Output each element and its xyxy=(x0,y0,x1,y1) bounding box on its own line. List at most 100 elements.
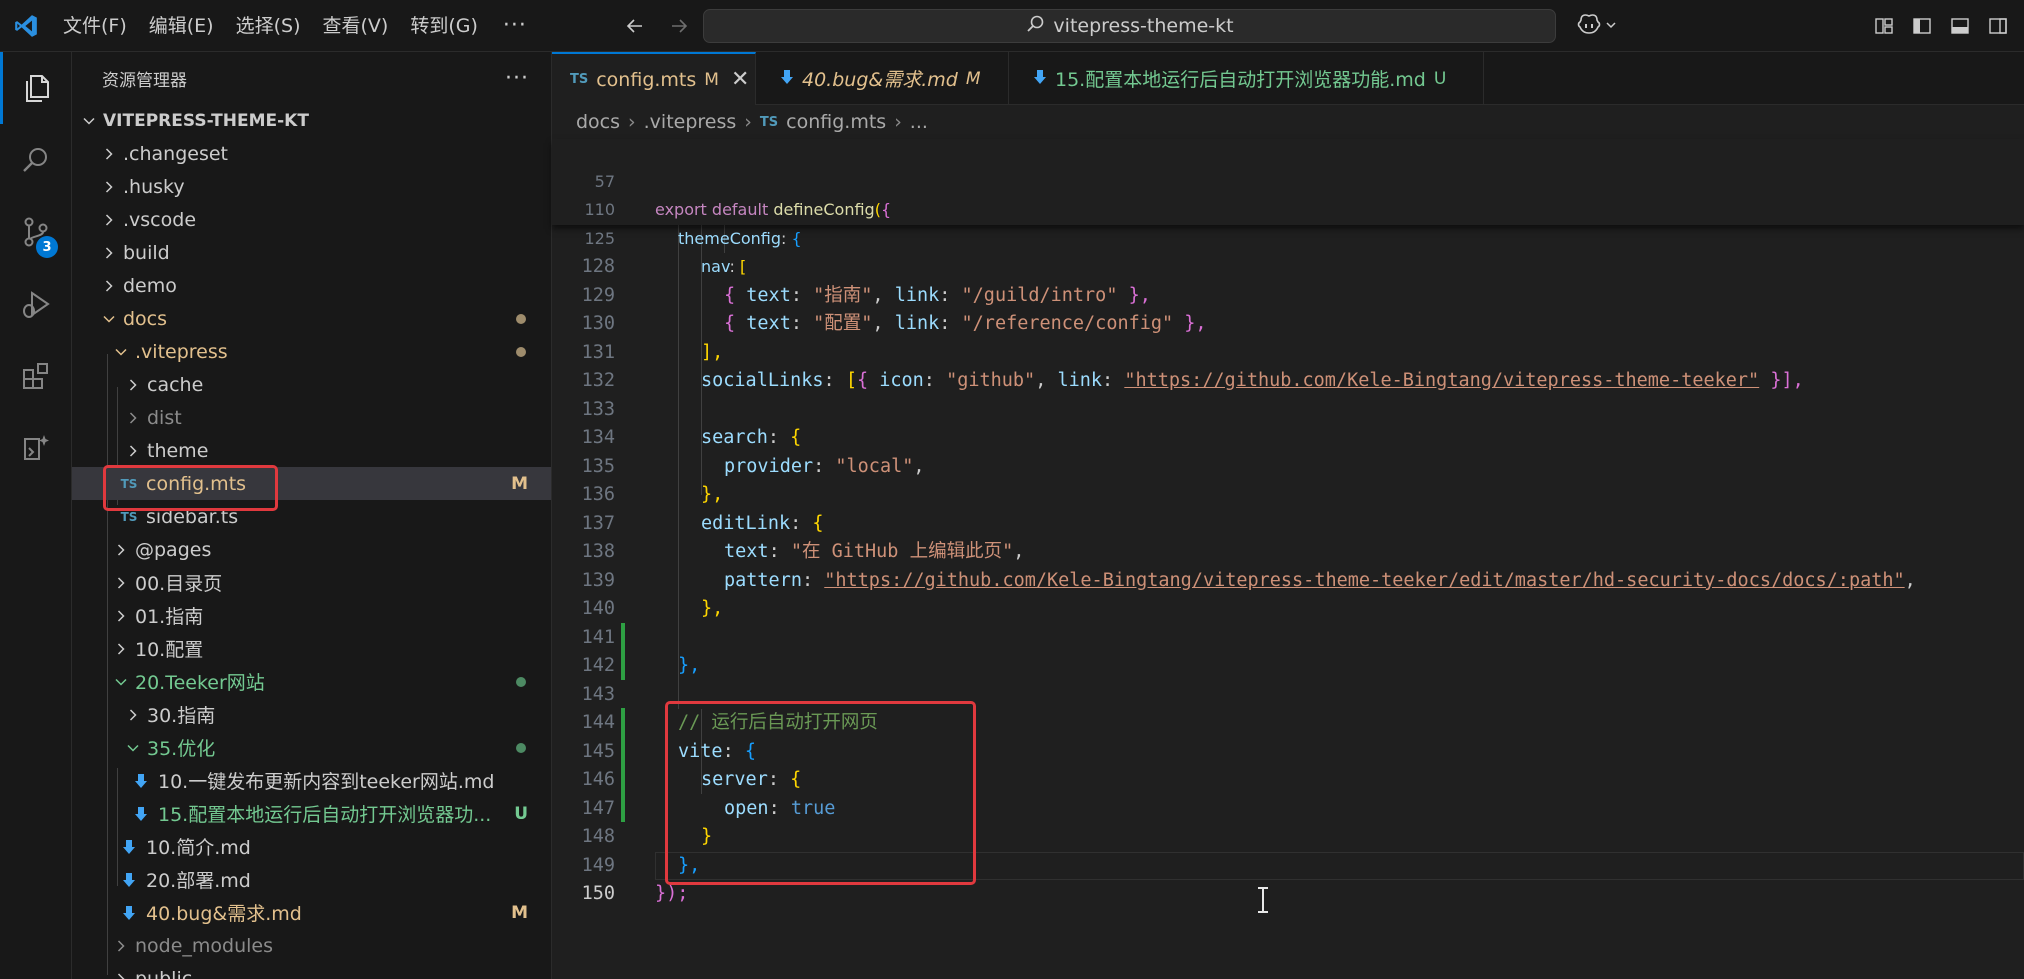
extensions-icon[interactable] xyxy=(0,340,72,412)
code-line: 135 }, xyxy=(552,424,2024,506)
chevron-right-icon xyxy=(100,147,118,161)
tab-config-mts[interactable]: TS config.mts M ✕ xyxy=(552,52,756,105)
sticky-scroll-header: 57 export default defineConfig({ 110 the… xyxy=(552,139,2024,276)
code-line: 143 // 运行后自动打开网页 xyxy=(552,652,2024,734)
close-icon[interactable]: ✕ xyxy=(731,67,749,92)
code-line: 149 }); xyxy=(552,823,2024,905)
tree-item-catalog[interactable]: 00.目录页 xyxy=(72,566,551,599)
chevron-right-icon xyxy=(100,246,118,260)
activity-bar: 3 xyxy=(0,52,72,979)
tree-item-theme[interactable]: theme xyxy=(72,434,551,467)
text-cursor-icon xyxy=(1255,886,1271,919)
workspace-root[interactable]: VITEPRESS-THEME-KT xyxy=(72,104,551,137)
code-line: 138 pattern: "https://github.com/Kele-Bi… xyxy=(552,510,2024,591)
menu-more-button[interactable]: ··· xyxy=(489,0,541,52)
menu-edit[interactable]: 编辑(E) xyxy=(138,0,225,52)
breadcrumb-symbol[interactable]: ... xyxy=(910,111,928,133)
tree-item-label: dist xyxy=(147,406,182,429)
tree-item-dist[interactable]: dist xyxy=(72,401,551,434)
tree-item-label: 10.一键发布更新内容到teeker网站.md xyxy=(158,771,495,793)
tree-item-sidebar-ts[interactable]: TS sidebar.ts xyxy=(72,500,551,533)
command-center-search[interactable]: vitepress-theme-kt xyxy=(703,9,1556,43)
tree-item-optimize[interactable]: 35.优化 xyxy=(72,731,551,764)
tree-item-label: 35.优化 xyxy=(147,738,216,760)
untracked-dot xyxy=(516,742,526,753)
copilot-button[interactable] xyxy=(1576,10,1618,42)
tree-item-docs[interactable]: docs xyxy=(72,302,551,335)
chevron-down-icon xyxy=(80,114,98,128)
customize-layout-icon[interactable] xyxy=(1872,10,1896,42)
tree-item-changeset[interactable]: .changeset xyxy=(72,137,551,170)
run-debug-icon[interactable] xyxy=(0,268,72,340)
tree-item-config-folder[interactable]: 10.配置 xyxy=(72,632,551,665)
tree-item-teeker-site[interactable]: 20.Teeker网站 xyxy=(72,665,551,698)
breadcrumb-config-mts[interactable]: config.mts xyxy=(786,111,886,133)
breadcrumb: docs › .vitepress › TS config.mts › ... xyxy=(552,105,2024,139)
tree-item-config-mts[interactable]: TS config.mts M xyxy=(72,467,551,500)
forward-arrow-icon[interactable] xyxy=(662,9,696,43)
explorer-more-button[interactable]: ··· xyxy=(505,66,529,91)
tree-item-cache[interactable]: cache xyxy=(72,368,551,401)
tree-item-label: 20.部署.md xyxy=(146,870,251,892)
explorer-sidebar: 资源管理器 ··· VITEPRESS-THEME-KT .changeset … xyxy=(72,52,552,979)
tree-item-deploy-md[interactable]: 20.部署.md xyxy=(72,863,551,896)
code-line: 133 search: { xyxy=(552,367,2024,449)
toggle-panel-icon[interactable] xyxy=(1948,10,1972,42)
tree-item-demo[interactable]: demo xyxy=(72,269,551,302)
markdown-file-icon xyxy=(118,839,140,855)
menu-view[interactable]: 查看(V) xyxy=(312,0,400,52)
tree-item-pages[interactable]: @pages xyxy=(72,533,551,566)
code-line: 147 } xyxy=(552,766,2024,848)
tree-item-husky[interactable]: .husky xyxy=(72,170,551,203)
source-control-icon[interactable]: 3 xyxy=(0,196,72,268)
code-line: 134 provider: "local", xyxy=(552,396,2024,477)
back-arrow-icon[interactable] xyxy=(618,9,652,43)
tree-item-label: 00.目录页 xyxy=(135,573,223,595)
menu-go[interactable]: 转到(G) xyxy=(399,0,489,52)
tree-item-label: .changeset xyxy=(123,142,229,165)
tree-item-node-modules[interactable]: node_modules xyxy=(72,929,551,962)
explorer-icon[interactable] xyxy=(0,52,72,124)
tree-item-label: sidebar.ts xyxy=(146,505,239,528)
code-line: 131 socialLinks: [{ icon: "github", link… xyxy=(552,310,2024,392)
markdown-file-icon xyxy=(118,905,140,921)
chevron-down-icon xyxy=(112,345,130,359)
tree-item-intro-md[interactable]: 10.简介.md xyxy=(72,830,551,863)
tab-auto-open-md[interactable]: 15.配置本地运行后自动打开浏览器功能.md U xyxy=(1009,52,1484,105)
tree-item-public[interactable]: public xyxy=(72,962,551,979)
toggle-secondary-sidebar-icon[interactable] xyxy=(1986,10,2010,42)
tree-item-guide[interactable]: 01.指南 xyxy=(72,599,551,632)
tree-item-label: public xyxy=(135,967,193,979)
tree-item-label: 10.简介.md xyxy=(146,837,251,859)
tree-item-bug-md[interactable]: 40.bug&需求.md M xyxy=(72,896,551,929)
code-line: 110 themeConfig: { xyxy=(552,168,2024,248)
chevron-right-icon xyxy=(124,411,142,425)
tab-untracked-indicator: U xyxy=(1433,68,1447,89)
tree-item-label: build xyxy=(123,241,170,264)
modified-dot xyxy=(516,313,526,324)
breadcrumb-docs[interactable]: docs xyxy=(576,111,620,133)
menu-file[interactable]: 文件(F) xyxy=(52,0,138,52)
tree-item-vscode[interactable]: .vscode xyxy=(72,203,551,236)
code-text: nav: [ xyxy=(701,257,747,276)
menu-selection[interactable]: 选择(S) xyxy=(225,0,312,52)
tree-item-publish-md[interactable]: 10.一键发布更新内容到teeker网站.md xyxy=(72,764,551,797)
search-icon[interactable] xyxy=(0,124,72,196)
tree-item-build[interactable]: build xyxy=(72,236,551,269)
markdown-file-icon xyxy=(130,773,152,789)
tab-label: 40.bug&需求.md xyxy=(802,69,958,91)
copilot-chat-icon[interactable] xyxy=(0,412,72,484)
breadcrumb-separator: › xyxy=(744,111,752,133)
tree-item-vitepress[interactable]: .vitepress xyxy=(72,335,551,368)
tree-item-guide-30[interactable]: 30.指南 xyxy=(72,698,551,731)
code-line: 140 xyxy=(552,567,2024,619)
tree-item-label: .vscode xyxy=(123,208,197,231)
tree-item-label: config.mts xyxy=(146,472,247,495)
tree-item-auto-open-md[interactable]: 15.配置本地运行后自动打开浏览器功... U xyxy=(72,797,551,830)
breadcrumb-vitepress[interactable]: .vitepress xyxy=(644,111,737,133)
chevron-down-icon xyxy=(1604,17,1618,36)
toggle-primary-sidebar-icon[interactable] xyxy=(1910,10,1934,42)
layout-controls xyxy=(1872,10,2010,42)
tree-item-label: .vitepress xyxy=(135,340,228,363)
tab-bug-md[interactable]: 40.bug&需求.md M xyxy=(756,52,1009,105)
